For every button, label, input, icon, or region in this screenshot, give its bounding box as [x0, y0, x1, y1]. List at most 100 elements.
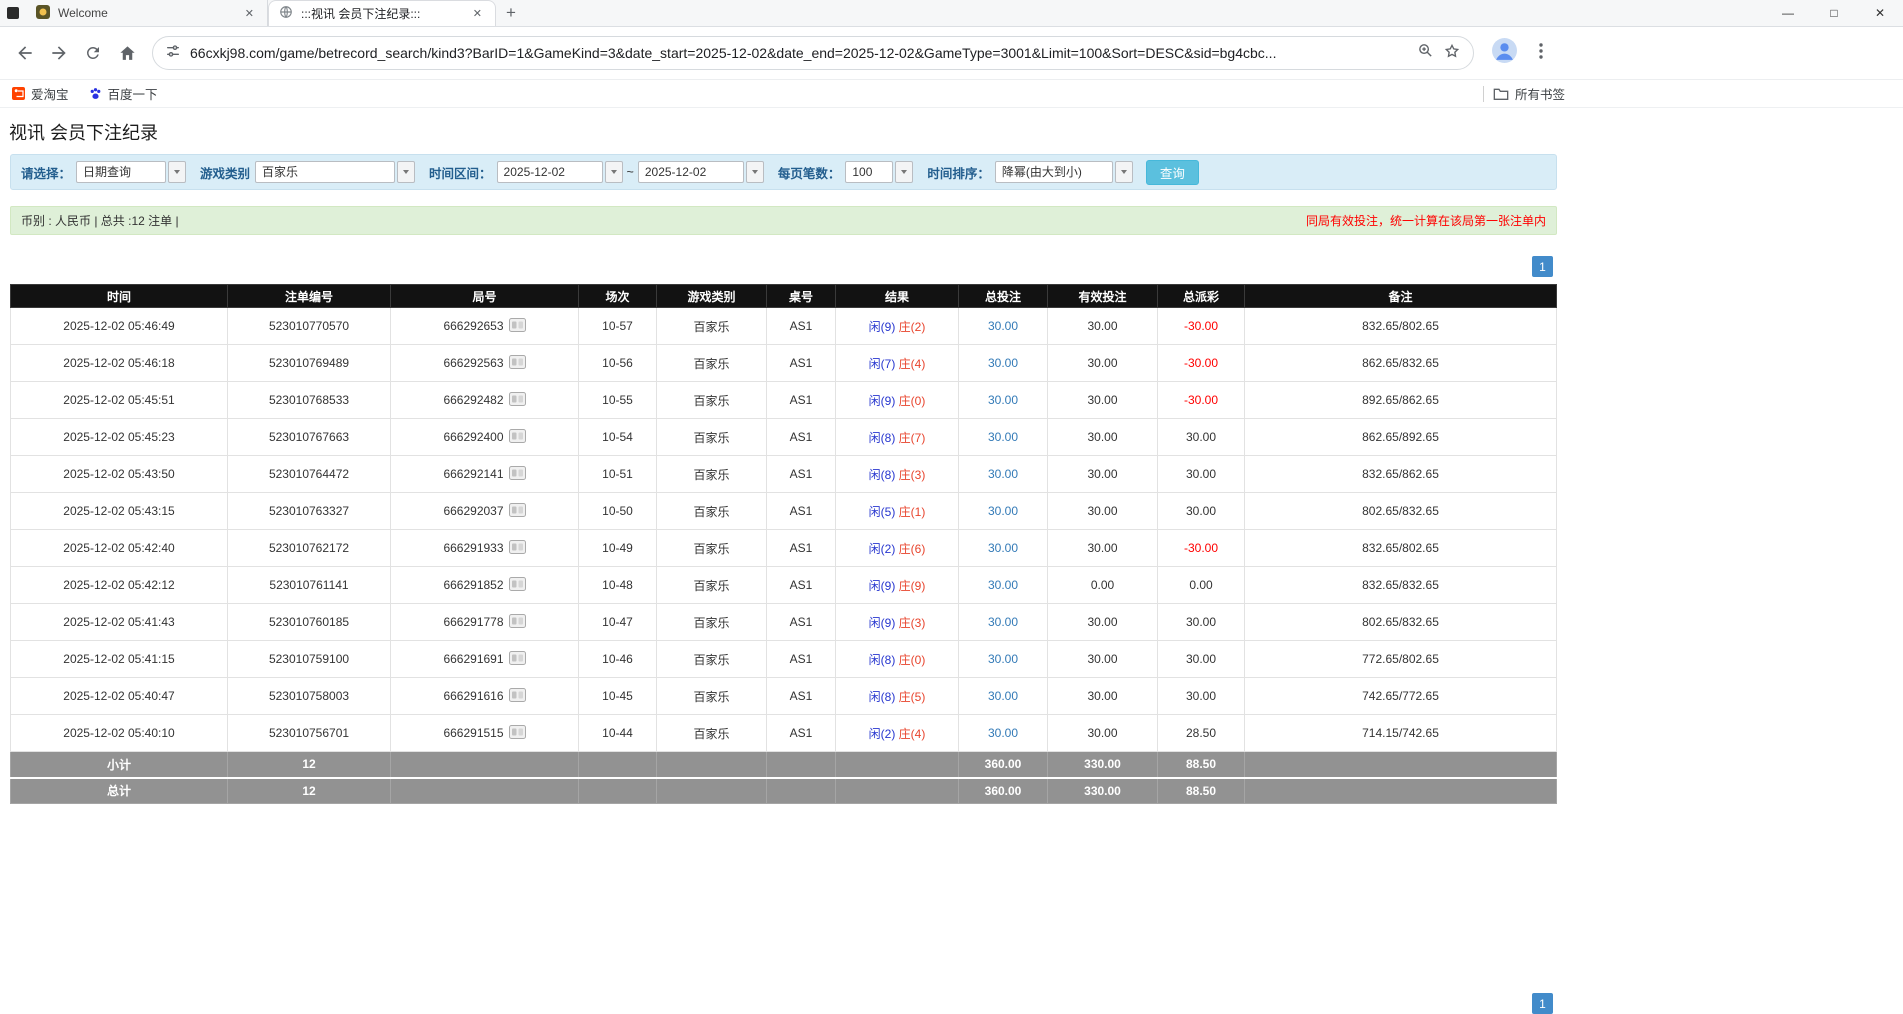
- url-text[interactable]: 66cxkj98.com/game/betrecord_search/kind3…: [190, 45, 1408, 61]
- new-tab-button[interactable]: +: [496, 0, 526, 26]
- summary-bar: 币别 : 人民币 | 总共 :12 注单 | 同局有效投注，统一计算在该局第一张…: [10, 206, 1557, 235]
- pinned-tab[interactable]: [0, 0, 26, 26]
- sort-value[interactable]: 降幂(由大到小): [995, 161, 1113, 183]
- date-end-picker[interactable]: 2025-12-02: [638, 161, 764, 183]
- cell-session: 10-55: [579, 382, 657, 419]
- page-size-label: 每页笔数：: [778, 163, 841, 182]
- forward-button[interactable]: [42, 36, 76, 70]
- total-bet-link[interactable]: 30.00: [988, 393, 1018, 407]
- page-size-dropdown-icon[interactable]: [895, 161, 913, 183]
- total-bet-link[interactable]: 30.00: [988, 726, 1018, 740]
- footer-empty-cell: [391, 778, 579, 804]
- all-bookmarks-button[interactable]: 所有书签: [1493, 84, 1565, 103]
- sort-select[interactable]: 降幂(由大到小): [995, 161, 1133, 183]
- round-result-icon[interactable]: [509, 355, 526, 372]
- address-bar[interactable]: 66cxkj98.com/game/betrecord_search/kind3…: [152, 36, 1474, 70]
- cell-result: 闲(9) 庄(0): [836, 382, 959, 419]
- column-header: 总派彩: [1158, 285, 1245, 308]
- footer-empty-cell: [391, 752, 579, 778]
- date-end-value[interactable]: 2025-12-02: [638, 161, 744, 183]
- total-bet-link[interactable]: 30.00: [988, 689, 1018, 703]
- total-bet-link[interactable]: 30.00: [988, 578, 1018, 592]
- cell-bet-no: 523010762172: [228, 530, 391, 567]
- cell-payout: 0.00: [1158, 567, 1245, 604]
- round-result-icon[interactable]: [509, 725, 526, 742]
- cell-result: 闲(9) 庄(9): [836, 567, 959, 604]
- bookmark-star-icon[interactable]: [1443, 42, 1461, 65]
- round-result-icon[interactable]: [509, 540, 526, 557]
- round-result-icon[interactable]: [509, 318, 526, 335]
- date-start-picker[interactable]: 2025-12-02: [497, 161, 623, 183]
- search-button[interactable]: 查询: [1146, 160, 1199, 185]
- total-bet-link[interactable]: 30.00: [988, 541, 1018, 555]
- date-end-dropdown-icon[interactable]: [746, 161, 764, 183]
- bookmark-baidu[interactable]: 百度一下: [89, 84, 158, 103]
- round-number: 666292037: [443, 504, 503, 518]
- cell-total-bet: 30.00: [959, 715, 1048, 752]
- zoom-icon[interactable]: [1417, 42, 1434, 64]
- round-result-icon[interactable]: [509, 503, 526, 520]
- total-bet-link[interactable]: 30.00: [988, 652, 1018, 666]
- round-result-icon[interactable]: [509, 392, 526, 409]
- sort-dropdown-icon[interactable]: [1115, 161, 1133, 183]
- maximize-button[interactable]: □: [1811, 0, 1857, 26]
- page-number-button[interactable]: 1: [1532, 993, 1553, 1014]
- tab-close-icon[interactable]: ✕: [470, 7, 485, 20]
- total-bet-link[interactable]: 30.00: [988, 504, 1018, 518]
- total-bet-link[interactable]: 30.00: [988, 356, 1018, 370]
- bookmarks-bar: 爱淘宝 百度一下 所有书签: [0, 80, 1903, 108]
- site-settings-icon[interactable]: [165, 43, 181, 64]
- round-result-icon[interactable]: [509, 688, 526, 705]
- total-bet-link[interactable]: 30.00: [988, 467, 1018, 481]
- bet-table-body: 2025-12-02 05:46:49523010770570666292653…: [11, 308, 1557, 752]
- profile-avatar[interactable]: [1492, 38, 1517, 68]
- cell-payout: 30.00: [1158, 419, 1245, 456]
- back-button[interactable]: [8, 36, 42, 70]
- bookmark-aitaobao[interactable]: 爱淘宝: [12, 84, 69, 103]
- reload-button[interactable]: [76, 36, 110, 70]
- home-button[interactable]: [110, 36, 144, 70]
- pagination-bottom: 1: [1532, 993, 1553, 1014]
- page-size-value[interactable]: 100: [845, 161, 893, 183]
- minimize-button[interactable]: —: [1765, 0, 1811, 26]
- cell-total-bet: 30.00: [959, 419, 1048, 456]
- cell-session: 10-44: [579, 715, 657, 752]
- date-start-value[interactable]: 2025-12-02: [497, 161, 603, 183]
- bet-row: 2025-12-02 05:45:23523010767663666292400…: [11, 419, 1557, 456]
- payout-value: 30.00: [1186, 615, 1216, 629]
- cell-total-bet: 30.00: [959, 308, 1048, 345]
- baidu-icon: [89, 87, 102, 100]
- query-type-select[interactable]: 日期查询: [76, 161, 186, 183]
- total-bet-link[interactable]: 30.00: [988, 430, 1018, 444]
- cell-game: 百家乐: [657, 456, 767, 493]
- round-result-icon[interactable]: [509, 577, 526, 594]
- total-label: 总计: [11, 778, 228, 804]
- browser-menu-button[interactable]: [1533, 43, 1549, 64]
- round-result-icon[interactable]: [509, 614, 526, 631]
- page-size-select[interactable]: 100: [845, 161, 913, 183]
- game-category-dropdown-icon[interactable]: [397, 161, 415, 183]
- close-button[interactable]: ✕: [1857, 0, 1903, 26]
- round-result-icon[interactable]: [509, 651, 526, 668]
- cell-time: 2025-12-02 05:46:18: [11, 345, 228, 382]
- date-start-dropdown-icon[interactable]: [605, 161, 623, 183]
- cell-session: 10-45: [579, 678, 657, 715]
- payout-value: -30.00: [1184, 541, 1218, 555]
- cell-game: 百家乐: [657, 678, 767, 715]
- tab-welcome[interactable]: Welcome ✕: [26, 0, 268, 26]
- bookmarks-divider: [1483, 86, 1484, 102]
- game-category-select[interactable]: 百家乐: [255, 161, 415, 183]
- game-category-value[interactable]: 百家乐: [255, 161, 395, 183]
- round-result-icon[interactable]: [509, 466, 526, 483]
- cell-payout: 30.00: [1158, 641, 1245, 678]
- query-type-dropdown-icon[interactable]: [168, 161, 186, 183]
- tab-betrecord-active[interactable]: :::视讯 会员下注纪录::: ✕: [268, 0, 496, 26]
- query-type-value[interactable]: 日期查询: [76, 161, 166, 183]
- tab-close-icon[interactable]: ✕: [242, 7, 257, 20]
- summary-note: 同局有效投注，统一计算在该局第一张注单内: [1306, 212, 1546, 229]
- round-result-icon[interactable]: [509, 429, 526, 446]
- total-bet-link[interactable]: 30.00: [988, 615, 1018, 629]
- cell-round-no: 666291515: [391, 715, 579, 752]
- total-bet-link[interactable]: 30.00: [988, 319, 1018, 333]
- page-number-button[interactable]: 1: [1532, 256, 1553, 277]
